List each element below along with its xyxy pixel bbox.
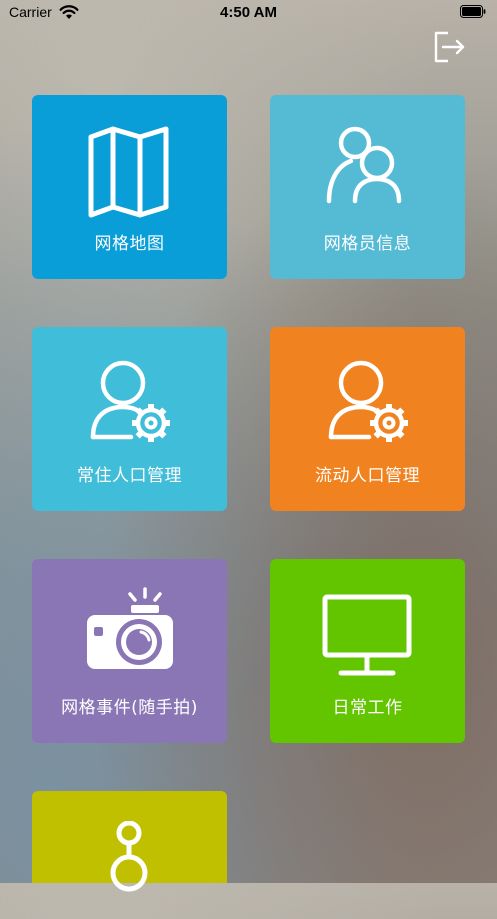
users-icon: [326, 126, 402, 204]
tile-grid-map[interactable]: 网格地图: [32, 95, 227, 279]
status-bar: Carrier 4:50 AM: [0, 0, 497, 26]
tile-label: 常住人口管理: [77, 466, 182, 486]
tile-label: 网格地图: [94, 234, 165, 254]
tile-grid-events[interactable]: 网格事件(随手拍): [32, 559, 227, 743]
tile-floating-population[interactable]: 流动人口管理: [270, 327, 465, 511]
tile-daily-work[interactable]: 日常工作: [270, 559, 465, 743]
clock: 4:50 AM: [220, 4, 277, 21]
logout-icon[interactable]: [432, 31, 466, 63]
network-icon: [110, 821, 148, 892]
monitor-icon: [322, 594, 412, 676]
tile-label: 日常工作: [332, 698, 403, 718]
tile-label: 网格员信息: [323, 234, 412, 254]
tile-label: 流动人口管理: [315, 466, 420, 486]
tile-grid-member-info[interactable]: 网格员信息: [270, 95, 465, 279]
user-gear-icon: [90, 360, 170, 442]
user-gear-icon: [328, 360, 408, 442]
battery-icon: [460, 5, 486, 18]
tile-network[interactable]: [32, 791, 227, 892]
map-icon: [88, 126, 169, 218]
camera-icon: [87, 587, 173, 669]
tile-label: 网格事件(随手拍): [61, 698, 198, 718]
tile-resident-population[interactable]: 常住人口管理: [32, 327, 227, 511]
